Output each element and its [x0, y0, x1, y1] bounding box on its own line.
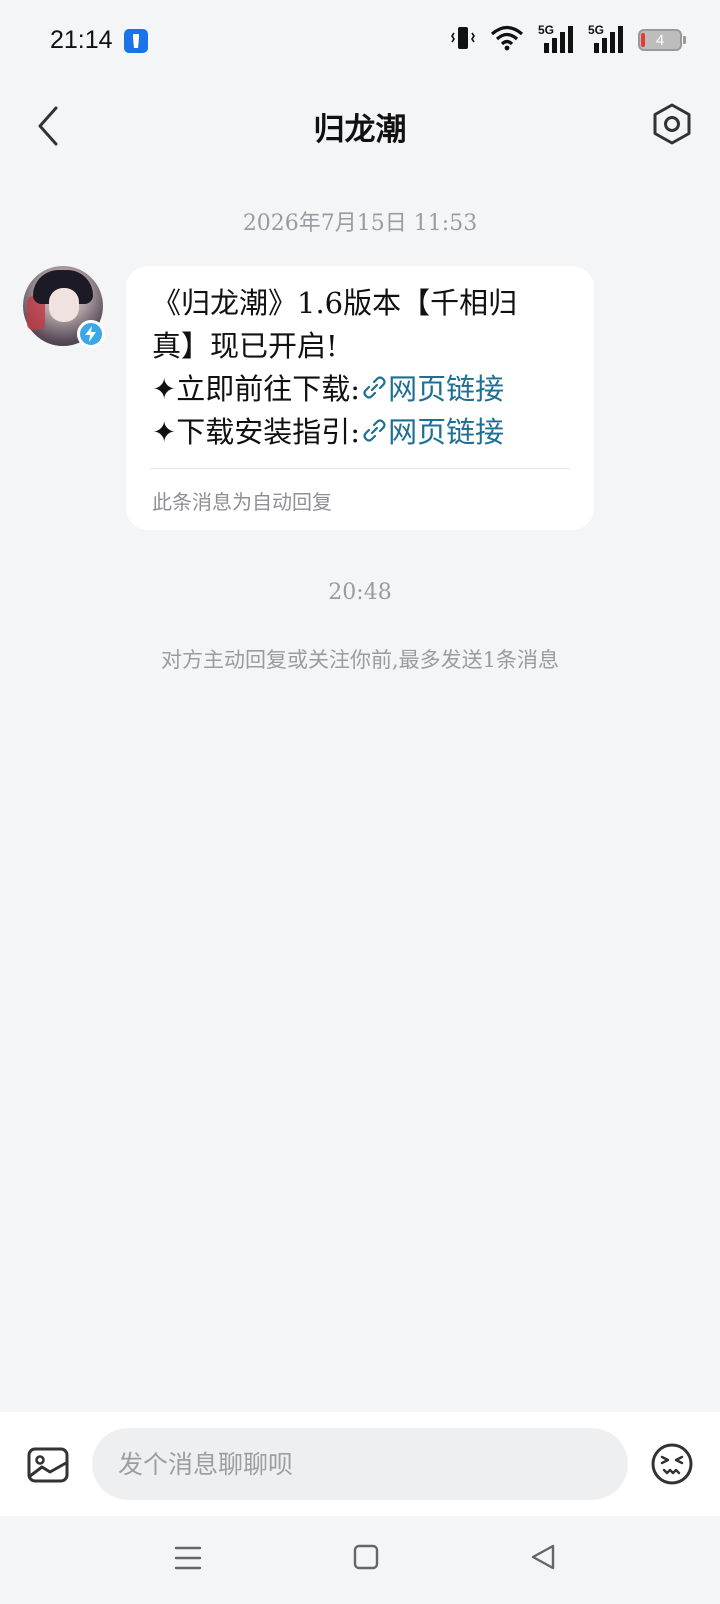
system-notice: 对方主动回复或关注你前,最多发送1条消息 — [160, 648, 560, 672]
square-icon — [353, 1544, 379, 1570]
link-icon — [363, 376, 386, 399]
emoji-button[interactable] — [650, 1442, 694, 1486]
message-timestamp: 2026年7月15日 11:53 — [242, 211, 478, 236]
wifi-icon — [490, 25, 524, 55]
vibrate-icon — [450, 25, 476, 55]
page-title: 归龙潮 — [313, 112, 407, 148]
install-guide-line: ✦下载安装指引: 网页链接 — [152, 411, 570, 454]
signal-icon-1: 5G — [538, 23, 574, 55]
install-guide-link[interactable]: 网页链接 — [360, 415, 504, 449]
sender-avatar[interactable] — [23, 266, 105, 348]
signal-icon-2: 5G — [588, 23, 624, 55]
system-back-button[interactable] — [529, 1543, 557, 1571]
hexagon-settings-icon — [653, 103, 691, 145]
chat-header: 归龙潮 — [0, 90, 720, 166]
settings-button[interactable] — [650, 102, 694, 146]
message-timestamp: 20:48 — [328, 580, 392, 605]
download-line: ✦立即前往下载: 网页链接 — [152, 368, 570, 411]
image-button[interactable] — [26, 1446, 70, 1486]
flashlight-icon — [124, 29, 148, 53]
download-label: ✦立即前往下载: — [152, 372, 361, 406]
battery-level: 4 — [655, 31, 665, 49]
verified-lightning-icon — [77, 320, 105, 348]
status-bar: 21:14 5G 5G 4 — [0, 0, 720, 84]
auto-reply-note: 此条消息为自动回复 — [152, 490, 332, 514]
emoji-icon — [651, 1443, 693, 1485]
message-bubble[interactable]: 《归龙潮》1.6版本【千相归 真】现已开启! ✦立即前往下载: 网页链接 ✦下载安… — [126, 266, 594, 530]
menu-icon — [174, 1546, 202, 1570]
install-guide-label: ✦下载安装指引: — [152, 415, 361, 449]
status-time: 21:14 — [50, 26, 113, 54]
message-text-line: 真】现已开启! — [152, 329, 338, 363]
message-input[interactable] — [92, 1428, 628, 1500]
message-text-line: 《归龙潮》1.6版本【千相归 — [152, 286, 518, 320]
input-bar — [0, 1412, 720, 1516]
link-icon — [363, 419, 386, 442]
system-nav-bar — [0, 1516, 720, 1604]
image-icon — [27, 1447, 69, 1483]
battery-icon: 4 — [638, 29, 686, 51]
divider — [150, 468, 570, 469]
recent-apps-button[interactable] — [174, 1544, 202, 1572]
triangle-back-icon — [531, 1544, 555, 1570]
download-link[interactable]: 网页链接 — [360, 372, 504, 406]
home-button[interactable] — [352, 1543, 380, 1571]
